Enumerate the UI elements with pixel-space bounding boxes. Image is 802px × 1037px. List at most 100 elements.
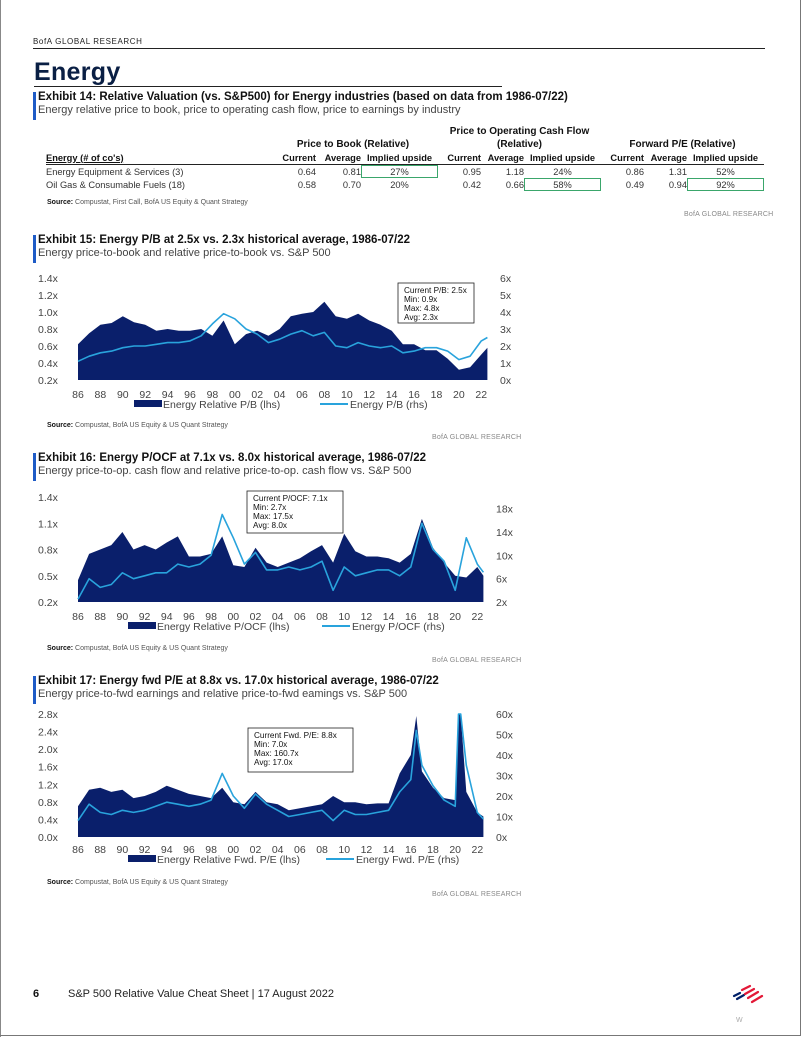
header-rule [33, 48, 765, 49]
table-row: Oil Gas & Consumable Fuels (18) 0.58 0.7… [46, 178, 764, 191]
exhibit-accent-bar [33, 235, 36, 263]
section-rule [34, 86, 502, 87]
table-group-row-2: Price to Book (Relative) (Relative) Forw… [46, 138, 764, 151]
y-left-tick-label: 1.6x [38, 762, 59, 774]
exhibit15-chart: 0.2x 0.4x 0.6x 0.8x 1.0x 1.2x 1.4x 0x 1x 2x 3x 4x 5x… [38, 273, 512, 411]
y-left-tick-label: 2.8x [38, 710, 59, 721]
legend-swatch-area [128, 622, 156, 629]
legend-label: Energy P/B (rhs) [350, 399, 428, 411]
stats-annotation: Current Fwd. P/E: 8.8xMin: 7.0xMax: 160.… [247, 727, 354, 773]
y-right-tick-label: 50x [496, 730, 514, 742]
exhibit-accent-bar [33, 676, 36, 704]
exhibit-accent-bar [33, 453, 36, 481]
x-tick-label: 08 [316, 844, 328, 856]
exhibit16-chart: 0.2x 0.5x 0.8x 1.1x 1.4x 2x 6x 10x 14x 18x 86 88 90 9… [38, 490, 514, 633]
exhibit16-title: Exhibit 16: Energy P/OCF at 7.1x vs. 8.0… [38, 452, 427, 464]
exhibit15-heading: Exhibit 15: Energy P/B at 2.5x vs. 2.3x … [33, 234, 410, 263]
x-tick-label: 88 [94, 611, 106, 623]
annotation-line: Max: 160.7x [254, 749, 299, 758]
exhibit17-title: Exhibit 17: Energy fwd P/E at 8.8x vs. 1… [38, 675, 439, 687]
x-tick-label: 86 [72, 611, 84, 623]
exhibit16-subtitle: Energy price-to-op. cash flow and relati… [38, 465, 412, 477]
y-right-tick-label: 6x [500, 273, 512, 285]
x-tick-label: 20 [449, 611, 461, 623]
cell: 24% [553, 166, 572, 177]
column-header: Average [324, 152, 361, 163]
exhibit-accent-bar [33, 92, 36, 120]
column-header: Implied upside [529, 152, 596, 163]
exhibit14-credit: BofA GLOBAL RESEARCH [684, 211, 774, 218]
x-tick-label: 22 [475, 389, 487, 401]
x-tick-label: 88 [94, 844, 106, 856]
cell: 0.70 [342, 179, 361, 190]
valuation-table: Price to Operating Cash Flow Price to Bo… [46, 125, 764, 191]
x-tick-label: 88 [95, 389, 107, 401]
cell: 0.95 [462, 166, 481, 177]
y-left-tick-label: 0.8x [38, 797, 59, 809]
y-left-tick-label: 1.2x [38, 290, 59, 302]
table-column-header-row: Energy (# of co's) Current Average Impli… [46, 151, 764, 165]
y-right-tick-label: 1x [500, 358, 512, 370]
cell: 0.49 [625, 179, 644, 190]
cell: 52% [716, 166, 735, 177]
cell-highlighted: 92% [687, 178, 764, 191]
x-tick-label: 92 [139, 389, 151, 401]
cell: 0.42 [462, 179, 481, 190]
group-header-fpe: Forward P/E (Relative) [629, 139, 736, 150]
stats-annotation: Current P/OCF: 7.1xMin: 2.7xMax: 17.5xAv… [246, 490, 344, 534]
exhibit17-subtitle: Energy price-to-fwd earnings and relativ… [38, 688, 408, 700]
annotation-line: Min: 0.9x [404, 295, 437, 304]
industry-name: Oil Gas & Consumable Fuels (18) [46, 179, 185, 190]
page-number: 6 [33, 988, 40, 1000]
x-tick-label: 86 [72, 844, 84, 856]
group-header-pocf: Price to Operating Cash Flow [449, 126, 590, 137]
y-left-tick-label: 2.0x [38, 744, 59, 756]
column-header: Current [610, 152, 644, 163]
column-header: Implied upside [366, 152, 433, 163]
y-right-tick-label: 10x [496, 550, 514, 562]
exhibit15-subtitle: Energy price-to-book and relative price-… [38, 247, 331, 259]
exhibit14-heading: Exhibit 14: Relative Valuation (vs. S&P5… [33, 91, 568, 120]
x-tick-label: 22 [472, 611, 484, 623]
y-right-tick-label: 2x [500, 341, 512, 353]
legend-label: Energy Relative Fwd. P/E (lhs) [157, 854, 300, 866]
x-tick-label: 08 [316, 611, 328, 623]
y-left-tick-label: 0.4x [38, 814, 59, 826]
column-header: Implied upside [692, 152, 759, 163]
annotation-line: Current P/OCF: 7.1x [253, 494, 328, 503]
exhibit15-credit: BofA GLOBAL RESEARCH [432, 434, 522, 441]
x-tick-label: 90 [117, 389, 129, 401]
cell: 1.31 [668, 166, 687, 177]
x-tick-label: 90 [117, 844, 129, 856]
annotation-line: Max: 17.5x [253, 512, 293, 521]
y-left-tick-label: 0.2x [38, 597, 59, 609]
exhibit14-subtitle: Energy relative price to book, price to … [38, 104, 461, 116]
cell: 0.64 [297, 166, 316, 177]
group-header-pb: Price to Book (Relative) [296, 139, 410, 150]
x-tick-label: 18 [431, 389, 443, 401]
y-left-tick-label: 0.0x [38, 832, 59, 844]
x-tick-label: 20 [453, 389, 465, 401]
y-right-tick-label: 4x [500, 307, 512, 319]
y-right-tick-label: 30x [496, 771, 514, 783]
y-right-tick-label: 3x [500, 324, 512, 336]
cell: 0.66 [505, 179, 524, 190]
y-right-tick-label: 5x [500, 290, 512, 302]
x-tick-label: 92 [139, 611, 151, 623]
y-left-tick-label: 0.8x [38, 545, 59, 557]
y-left-tick-label: 0.8x [38, 324, 59, 336]
cell: 0.94 [668, 179, 687, 190]
y-right-tick-label: 14x [496, 527, 514, 539]
exhibit17-credit: BofA GLOBAL RESEARCH [432, 891, 522, 898]
stats-annotation: Current P/B: 2.5xMin: 0.9xMax: 4.8xAvg: … [397, 282, 475, 324]
table-group-row-1: Price to Operating Cash Flow [46, 125, 764, 138]
y-left-tick-label: 0.4x [38, 358, 59, 370]
document-title: S&P 500 Relative Value Cheat Sheet | 17 … [68, 988, 335, 1000]
exhibit15-source: Source: Compustat, BofA US Equity & US Q… [47, 422, 228, 429]
y-right-tick-label: 10x [496, 812, 514, 824]
cell: 0.81 [342, 166, 361, 177]
annotation-line: Max: 4.8x [404, 304, 440, 313]
x-tick-label: 86 [72, 389, 84, 401]
table-row: Energy Equipment & Services (3) 0.64 0.8… [46, 164, 764, 178]
exhibit17-source: Source: Compustat, BofA US Equity & US Q… [47, 879, 228, 886]
